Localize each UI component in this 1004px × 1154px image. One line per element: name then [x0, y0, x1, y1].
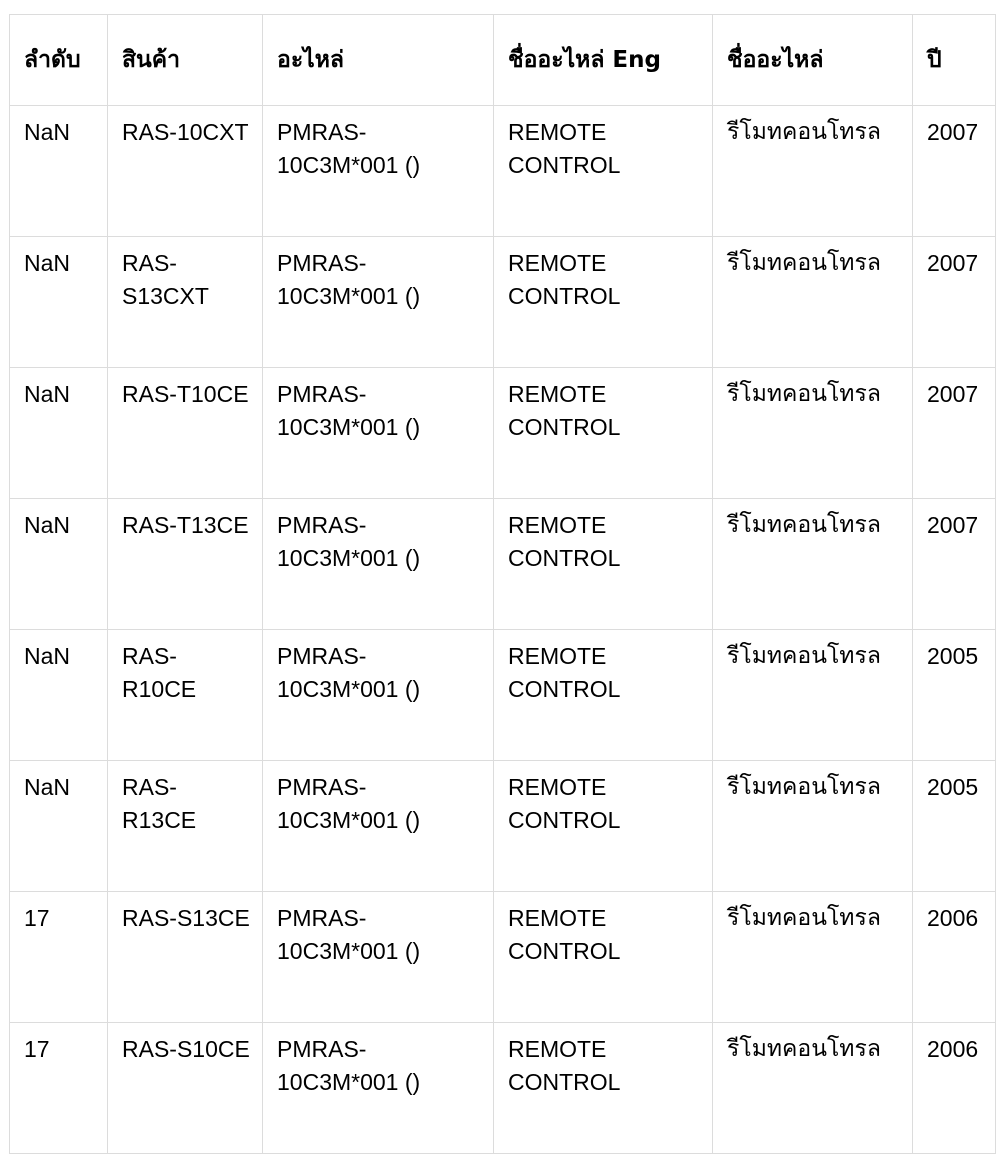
column-header-name_th[interactable]: ชื่ออะไหล่ [712, 14, 913, 106]
cell-year: 2007 [912, 367, 996, 499]
cell-name_en: REMOTE CONTROL [493, 367, 713, 499]
cell-part: PMRAS-10C3M*001 () [262, 760, 494, 892]
cell-name_th: รีโมทคอนโทรล [712, 367, 913, 499]
cell-name_en: REMOTE CONTROL [493, 1022, 713, 1154]
cell-part: PMRAS-10C3M*001 () [262, 891, 494, 1023]
cell-name_th: รีโมทคอนโทรล [712, 236, 913, 368]
cell-year: 2006 [912, 891, 996, 1023]
cell-seq: NaN [9, 629, 108, 761]
cell-name_th: รีโมทคอนโทรล [712, 1022, 913, 1154]
cell-name_en: REMOTE CONTROL [493, 498, 713, 630]
table-container: ลำดับ สินค้า อะไหล่ ชื่ออะไหล่ Eng ชื่ออะไหล… [0, 0, 1004, 1154]
table-row[interactable]: NaN RAS-T13CE PMRAS-10C3M*001 () REMOTE CON… [9, 498, 996, 630]
table-row[interactable]: 17 RAS-S13CE PMRAS-10C3M*001 () REMOTE CONT… [9, 891, 996, 1023]
table-row[interactable]: NaN RAS-R10CE PMRAS-10C3M*001 () REMOTE CON… [9, 629, 996, 761]
cell-seq: NaN [9, 367, 108, 499]
cell-seq: 17 [9, 1022, 108, 1154]
column-header-product[interactable]: สินค้า [107, 14, 263, 106]
column-header-seq[interactable]: ลำดับ [9, 14, 108, 106]
table-row[interactable]: NaN RAS-10CXT PMRAS-10C3M*001 () REMOTE CON… [9, 105, 996, 237]
cell-name_en: REMOTE CONTROL [493, 629, 713, 761]
cell-name_en: REMOTE CONTROL [493, 105, 713, 237]
cell-year: 2007 [912, 105, 996, 237]
cell-name_th: รีโมทคอนโทรล [712, 498, 913, 630]
cell-part: PMRAS-10C3M*001 () [262, 629, 494, 761]
table-row[interactable]: NaN RAS-T10CE PMRAS-10C3M*001 () REMOTE CON… [9, 367, 996, 499]
cell-seq: NaN [9, 760, 108, 892]
table-row[interactable]: NaN RAS-R13CE PMRAS-10C3M*001 () REMOTE CON… [9, 760, 996, 892]
table-row[interactable]: 17 RAS-S10CE PMRAS-10C3M*001 () REMOTE CONT… [9, 1022, 996, 1154]
cell-year: 2005 [912, 760, 996, 892]
cell-part: PMRAS-10C3M*001 () [262, 236, 494, 368]
cell-seq: NaN [9, 236, 108, 368]
cell-part: PMRAS-10C3M*001 () [262, 498, 494, 630]
cell-year: 2007 [912, 498, 996, 630]
cell-name_en: REMOTE CONTROL [493, 891, 713, 1023]
table-header-row: ลำดับ สินค้า อะไหล่ ชื่ออะไหล่ Eng ชื่ออะไหล… [9, 14, 996, 106]
cell-name_th: รีโมทคอนโทรล [712, 105, 913, 237]
column-header-name_en[interactable]: ชื่ออะไหล่ Eng [493, 14, 713, 106]
column-header-year[interactable]: ปี [912, 14, 996, 106]
cell-product: RAS-T13CE [107, 498, 263, 630]
cell-year: 2006 [912, 1022, 996, 1154]
cell-product: RAS-S13CXT [107, 236, 263, 368]
column-header-part[interactable]: อะไหล่ [262, 14, 494, 106]
cell-name_th: รีโมทคอนโทรล [712, 629, 913, 761]
cell-year: 2005 [912, 629, 996, 761]
table-row[interactable]: NaN RAS-S13CXT PMRAS-10C3M*001 () REMOTE CO… [9, 236, 996, 368]
table-body: NaN RAS-10CXT PMRAS-10C3M*001 () REMOTE CON… [9, 105, 996, 1154]
cell-name_en: REMOTE CONTROL [493, 760, 713, 892]
cell-seq: NaN [9, 498, 108, 630]
cell-seq: NaN [9, 105, 108, 237]
spare-parts-table: ลำดับ สินค้า อะไหล่ ชื่ออะไหล่ Eng ชื่ออะไหล… [9, 14, 996, 1154]
cell-product: RAS-T10CE [107, 367, 263, 499]
cell-product: RAS-R13CE [107, 760, 263, 892]
cell-seq: 17 [9, 891, 108, 1023]
cell-part: PMRAS-10C3M*001 () [262, 367, 494, 499]
cell-name_en: REMOTE CONTROL [493, 236, 713, 368]
cell-product: RAS-R10CE [107, 629, 263, 761]
cell-part: PMRAS-10C3M*001 () [262, 105, 494, 237]
cell-part: PMRAS-10C3M*001 () [262, 1022, 494, 1154]
table-header: ลำดับ สินค้า อะไหล่ ชื่ออะไหล่ Eng ชื่ออะไหล… [9, 14, 996, 106]
cell-product: RAS-10CXT [107, 105, 263, 237]
cell-product: RAS-S13CE [107, 891, 263, 1023]
cell-product: RAS-S10CE [107, 1022, 263, 1154]
cell-year: 2007 [912, 236, 996, 368]
cell-name_th: รีโมทคอนโทรล [712, 891, 913, 1023]
cell-name_th: รีโมทคอนโทรล [712, 760, 913, 892]
